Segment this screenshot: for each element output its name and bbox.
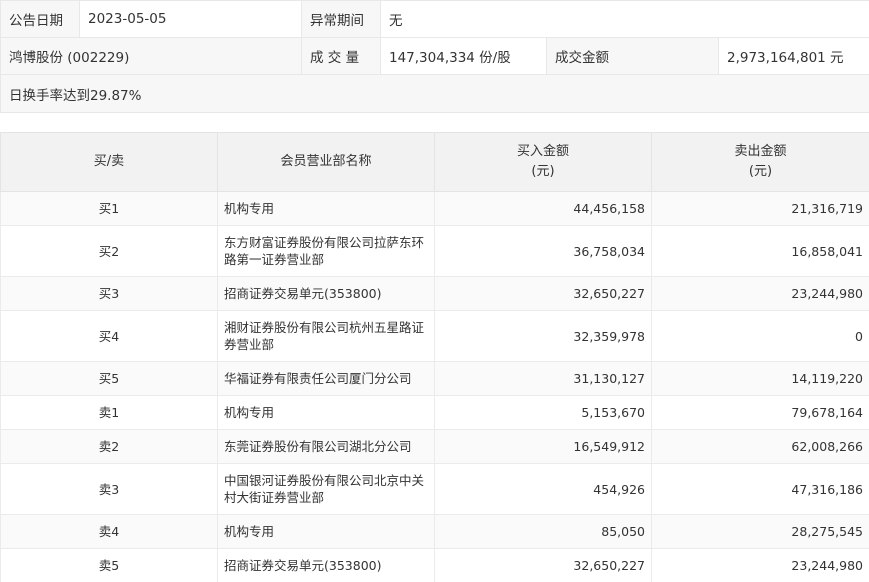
header-direction: 买/卖 (0, 132, 218, 192)
row-sell-amount: 62,008,266 (651, 429, 869, 464)
table-row: 买1 机构专用 44,456,158 21,316,719 (0, 191, 869, 226)
row-sell-amount: 23,244,980 (651, 548, 869, 582)
page: 公告日期 2023-05-05 异常期间 无 鸿博股份 (002229) 成 交… (0, 0, 869, 582)
volume-value: 147,304,334 份/股 (380, 37, 547, 75)
row-member-name: 华福证券有限责任公司厦门分公司 (217, 361, 435, 396)
row-sell-amount: 28,275,545 (651, 514, 869, 549)
row-member-name: 中国银河证券股份有限公司北京中关村大街证券营业部 (217, 463, 435, 515)
row-direction: 卖4 (0, 514, 218, 549)
announce-date-value: 2023-05-05 (79, 0, 302, 38)
header-buy-unit: (元) (531, 164, 555, 179)
row-member-name: 机构专用 (217, 191, 435, 226)
turnover-reason: 日换手率达到29.87% (0, 74, 869, 113)
table-row: 卖3 中国银河证券股份有限公司北京中关村大街证券营业部 454,926 47,3… (0, 463, 869, 515)
table-row: 买2 东方财富证券股份有限公司拉萨东环路第一证券营业部 36,758,034 1… (0, 225, 869, 277)
header-sell-amount: 卖出金额 (元) (651, 132, 869, 192)
row-buy-amount: 32,650,227 (434, 548, 652, 582)
abnormal-period-label: 异常期间 (301, 0, 381, 38)
announcement-info-table: 公告日期 2023-05-05 异常期间 无 鸿博股份 (002229) 成 交… (0, 0, 869, 113)
table-row: 买4 湘财证券股份有限公司杭州五星路证券营业部 32,359,978 0 (0, 310, 869, 362)
stock-name: 鸿博股份 (002229) (0, 37, 302, 75)
row-direction: 买1 (0, 191, 218, 226)
row-sell-amount: 21,316,719 (651, 191, 869, 226)
row-direction: 买3 (0, 276, 218, 311)
row-direction: 买4 (0, 310, 218, 362)
table-row: 卖1 机构专用 5,153,670 79,678,164 (0, 395, 869, 430)
row-sell-amount: 47,316,186 (651, 463, 869, 515)
row-direction: 买5 (0, 361, 218, 396)
row-buy-amount: 32,650,227 (434, 276, 652, 311)
header-member: 会员营业部名称 (217, 132, 435, 192)
abnormal-period-value: 无 (379, 0, 869, 38)
row-direction: 卖2 (0, 429, 218, 464)
row-sell-amount: 14,119,220 (651, 361, 869, 396)
table-row: 卖2 东莞证券股份有限公司湖北分公司 16,549,912 62,008,266 (0, 429, 869, 464)
table-row: 卖5 招商证券交易单元(353800) 32,650,227 23,244,98… (0, 548, 869, 582)
amount-label: 成交金额 (546, 37, 719, 75)
volume-label: 成 交 量 (301, 37, 381, 75)
row-buy-amount: 16,549,912 (434, 429, 652, 464)
table-row: 买5 华福证券有限责任公司厦门分公司 31,130,127 14,119,220 (0, 361, 869, 396)
row-sell-amount: 79,678,164 (651, 395, 869, 430)
row-member-name: 东莞证券股份有限公司湖北分公司 (217, 429, 435, 464)
row-buy-amount: 454,926 (434, 463, 652, 515)
header-buy-amount-label: 买入金额 (516, 144, 569, 159)
row-buy-amount: 44,456,158 (434, 191, 652, 226)
row-member-name: 湘财证券股份有限公司杭州五星路证券营业部 (217, 310, 435, 362)
row-buy-amount: 32,359,978 (434, 310, 652, 362)
header-buy-amount: 买入金额 (元) (434, 132, 652, 192)
announce-date-label: 公告日期 (0, 0, 80, 38)
header-sell-amount-label: 卖出金额 (734, 144, 787, 159)
row-member-name: 招商证券交易单元(353800) (217, 276, 435, 311)
trading-seats-table: 买/卖 会员营业部名称 买入金额 (元) 卖出金额 (元) 买1 机构专用 44… (0, 132, 869, 582)
row-member-name: 东方财富证券股份有限公司拉萨东环路第一证券营业部 (217, 225, 435, 277)
row-member-name: 招商证券交易单元(353800) (217, 548, 435, 582)
row-buy-amount: 85,050 (434, 514, 652, 549)
row-direction: 买2 (0, 225, 218, 277)
row-sell-amount: 16,858,041 (651, 225, 869, 277)
row-buy-amount: 36,758,034 (434, 225, 652, 277)
table-row: 买3 招商证券交易单元(353800) 32,650,227 23,244,98… (0, 276, 869, 311)
row-buy-amount: 31,130,127 (434, 361, 652, 396)
row-sell-amount: 0 (651, 310, 869, 362)
table-row: 卖4 机构专用 85,050 28,275,545 (0, 514, 869, 549)
row-buy-amount: 5,153,670 (434, 395, 652, 430)
row-direction: 卖5 (0, 548, 218, 582)
row-direction: 卖1 (0, 395, 218, 430)
row-direction: 卖3 (0, 463, 218, 515)
row-member-name: 机构专用 (217, 514, 435, 549)
row-member-name: 机构专用 (217, 395, 435, 430)
row-sell-amount: 23,244,980 (651, 276, 869, 311)
header-sell-unit: (元) (748, 164, 773, 179)
amount-value: 2,973,164,801 元 (717, 37, 869, 75)
